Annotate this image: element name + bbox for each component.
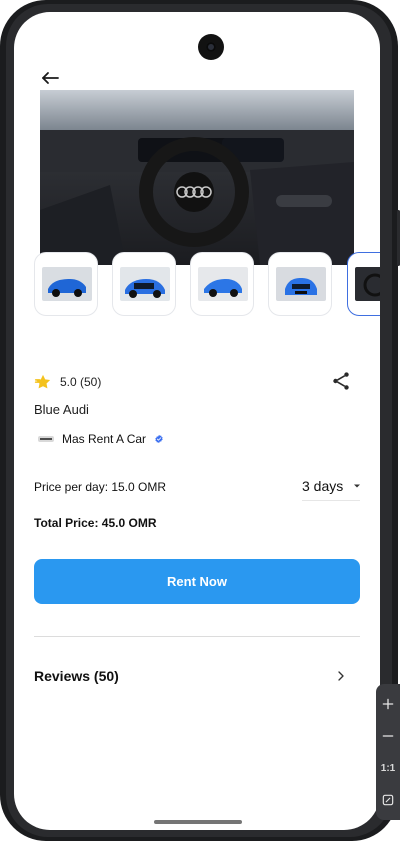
emulator-side-toolbar: 1:1 <box>376 684 400 820</box>
zoom-out-tool[interactable] <box>376 724 400 748</box>
provider-row[interactable]: Mas Rent A Car <box>38 432 164 446</box>
home-indicator <box>154 820 242 824</box>
star-icon <box>34 374 51 389</box>
car-thumbnail-icon <box>120 267 170 301</box>
car-thumbnail-icon <box>42 267 92 301</box>
thumbnail-strip <box>34 252 380 318</box>
days-select-underline <box>302 500 360 501</box>
device-frame: 5.0 (50) Blue Audi Mas Rent A Car Price … <box>0 0 400 841</box>
app-screen: 5.0 (50) Blue Audi Mas Rent A Car Price … <box>14 12 380 830</box>
caret-down-icon <box>354 484 361 488</box>
share-icon[interactable] <box>330 370 352 392</box>
car-thumbnail-icon <box>276 267 326 301</box>
price-per-day: Price per day: 15.0 OMR <box>34 480 167 494</box>
total-price: Total Price: 45.0 OMR <box>34 516 157 530</box>
car-title: Blue Audi <box>34 402 89 417</box>
chevron-right-icon[interactable] <box>333 668 349 684</box>
days-value: 3 days <box>302 478 344 494</box>
aspect-ratio-label: 1:1 <box>380 762 396 774</box>
thumbnail-2[interactable] <box>112 252 176 316</box>
plus-icon <box>382 698 394 710</box>
fit-screen-icon <box>382 794 394 806</box>
fit-screen-tool[interactable] <box>376 788 400 812</box>
rent-now-button[interactable]: Rent Now <box>34 559 360 604</box>
thumbnail-4[interactable] <box>268 252 332 316</box>
car-interior-illustration <box>40 90 354 265</box>
front-camera <box>198 34 224 60</box>
provider-logo-icon <box>38 436 54 442</box>
car-hero-image <box>40 90 354 265</box>
minus-icon <box>382 735 394 737</box>
aspect-ratio-tool[interactable]: 1:1 <box>376 756 400 780</box>
section-divider <box>34 636 360 637</box>
zoom-in-tool[interactable] <box>376 692 400 716</box>
provider-name: Mas Rent A Car <box>62 432 147 446</box>
rent-now-label: Rent Now <box>167 574 227 589</box>
verified-badge-icon <box>155 434 163 444</box>
thumbnail-5[interactable] <box>347 252 380 316</box>
thumbnail-1[interactable] <box>34 252 98 316</box>
car-thumbnail-icon <box>198 267 248 301</box>
thumbnail-3[interactable] <box>190 252 254 316</box>
interior-thumbnail-icon <box>355 267 380 301</box>
rating-text: 5.0 (50) <box>60 375 102 389</box>
arrow-left-icon[interactable] <box>38 66 62 90</box>
rating-row: 5.0 (50) <box>34 372 101 392</box>
reviews-label[interactable]: Reviews (50) <box>34 668 119 684</box>
days-select[interactable]: 3 days <box>302 478 363 494</box>
